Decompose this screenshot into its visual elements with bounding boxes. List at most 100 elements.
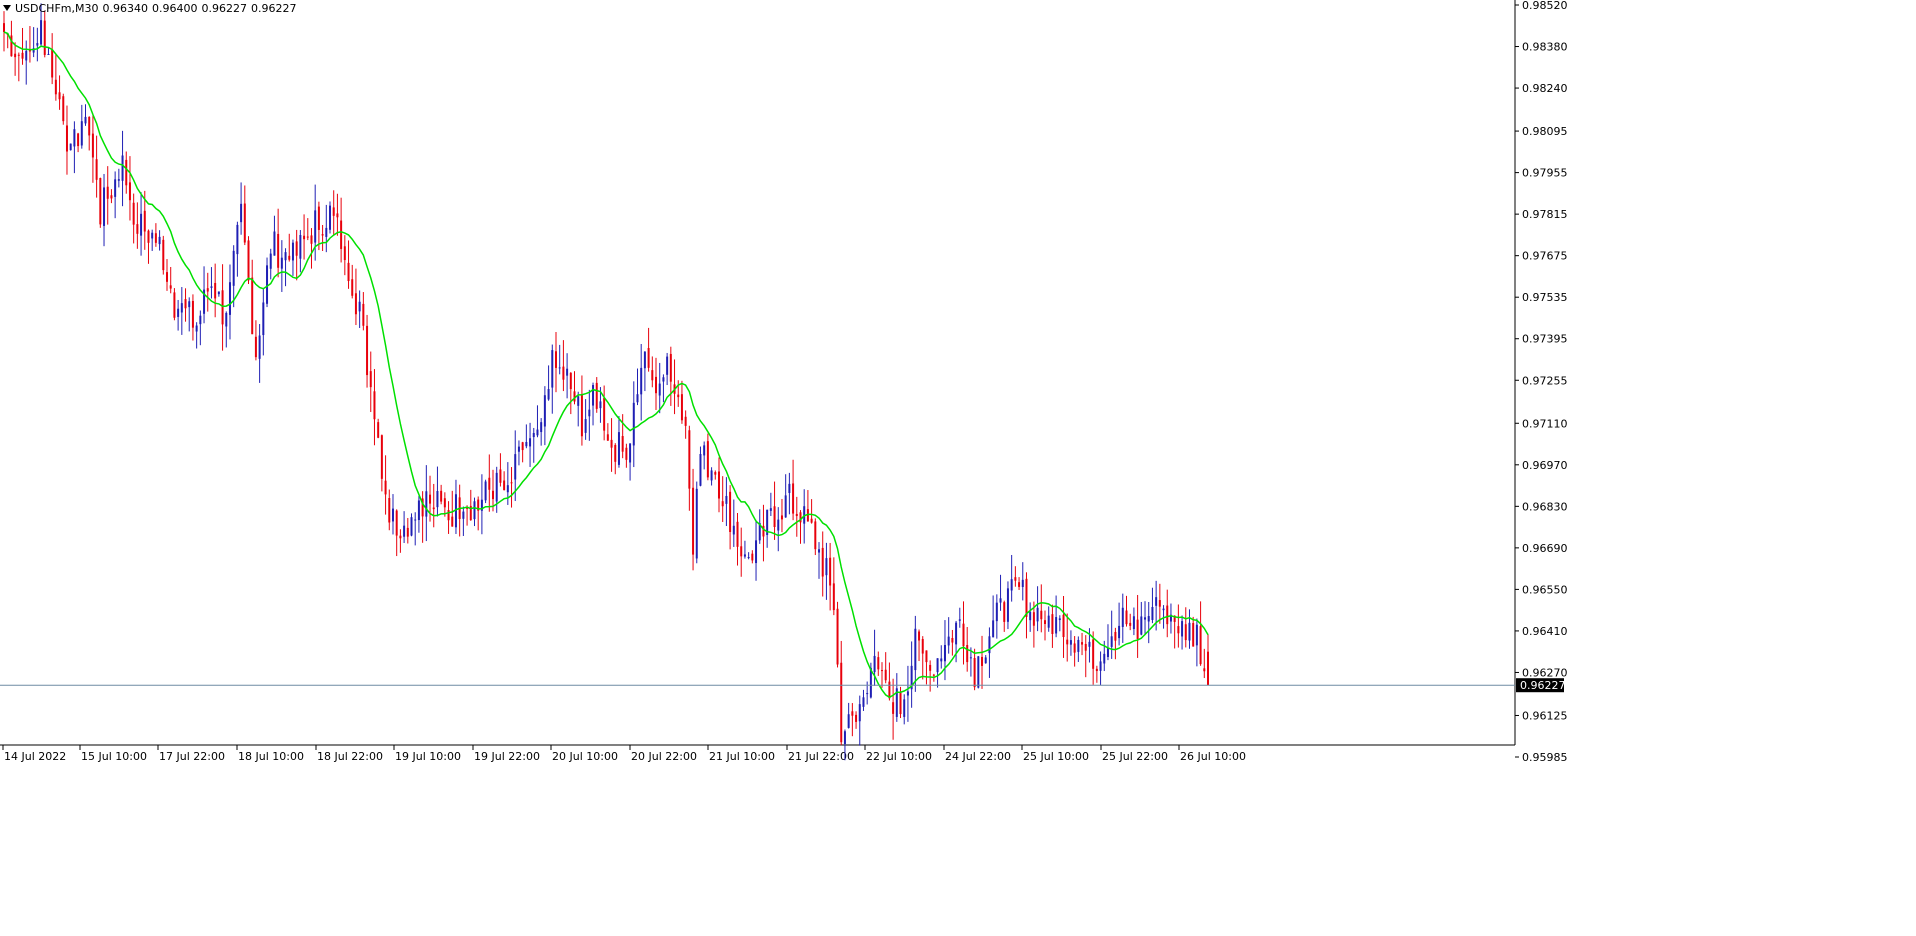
candle-body xyxy=(17,54,20,56)
candle xyxy=(1099,651,1102,685)
candle-body xyxy=(995,602,998,622)
candle-body xyxy=(554,351,557,368)
candle-body xyxy=(1184,624,1187,641)
chart-header: USDCHFm,M30 0.96340 0.96400 0.96227 0.96227 xyxy=(3,2,296,16)
candle xyxy=(655,357,658,410)
candle-body xyxy=(743,554,746,557)
candle-body xyxy=(262,302,265,336)
candle-body xyxy=(395,510,398,536)
price-tick-label: 0.95985 xyxy=(1522,751,1568,764)
candle-body xyxy=(14,53,17,58)
candle-body xyxy=(577,396,580,406)
price-chart[interactable]: 0.98520 0.98380 0.98240 0.98095 0.97955 0.978… xyxy=(0,0,1916,936)
candle xyxy=(451,490,454,527)
candle-body xyxy=(658,383,661,396)
price-tick-label: 0.96550 xyxy=(1522,583,1568,596)
candle-body xyxy=(517,446,520,452)
candle xyxy=(888,662,891,701)
candle-body xyxy=(62,96,65,122)
candle-body xyxy=(829,557,832,586)
low-price: 0.96227 xyxy=(201,2,247,15)
candle-body xyxy=(651,370,654,381)
candle xyxy=(1081,632,1084,656)
candle xyxy=(1114,627,1117,660)
candle-body xyxy=(199,315,202,325)
candle-body xyxy=(110,195,113,199)
candle-body xyxy=(736,521,739,547)
candle-body xyxy=(747,557,750,559)
candle-body xyxy=(191,300,194,328)
time-tick-label: 25 Jul 10:00 xyxy=(1023,750,1089,763)
candle xyxy=(499,453,502,487)
candle-body xyxy=(1103,653,1106,664)
candle xyxy=(469,489,472,521)
candle-body xyxy=(1162,608,1165,611)
candle xyxy=(243,185,246,246)
candle xyxy=(1199,601,1202,666)
candle xyxy=(1073,636,1076,667)
candle-body xyxy=(962,623,965,647)
candle-body xyxy=(36,43,39,46)
price-tick-label: 0.96410 xyxy=(1522,625,1568,638)
candle xyxy=(903,694,906,725)
candle xyxy=(714,470,717,480)
time-tick-label: 19 Jul 22:00 xyxy=(474,750,540,763)
candle-body xyxy=(232,250,235,286)
candle-body xyxy=(688,430,691,489)
candle-body xyxy=(625,447,628,460)
candle xyxy=(521,441,524,463)
candle xyxy=(818,542,821,579)
candle xyxy=(755,519,758,581)
candle-body xyxy=(958,619,961,621)
candle-body xyxy=(1043,620,1046,624)
candle-body xyxy=(1077,639,1080,652)
candle xyxy=(147,229,150,264)
candle xyxy=(210,267,213,299)
candle-body xyxy=(243,203,246,243)
candle xyxy=(810,499,813,524)
candle xyxy=(821,531,824,597)
candle-body xyxy=(195,325,198,332)
candle xyxy=(832,557,835,616)
candle-body xyxy=(936,658,939,673)
candle xyxy=(940,645,943,669)
candle xyxy=(14,42,17,76)
candle xyxy=(703,441,706,470)
candle xyxy=(277,208,280,278)
chart-window[interactable]: 0.98520 0.98380 0.98240 0.98095 0.97955 0.978… xyxy=(0,0,1916,936)
candle xyxy=(480,474,483,535)
candle xyxy=(566,353,569,399)
candle xyxy=(488,454,491,512)
candle-body xyxy=(314,210,317,243)
candle-body xyxy=(273,231,276,256)
candle xyxy=(717,457,720,513)
chevron-down-icon[interactable] xyxy=(3,5,11,11)
candle-body xyxy=(310,235,313,244)
candle xyxy=(369,351,372,413)
candle-body xyxy=(251,277,254,335)
candle xyxy=(973,648,976,691)
candle xyxy=(706,433,709,481)
candle-body xyxy=(1062,614,1065,638)
candle-body xyxy=(1099,661,1102,671)
candle-body xyxy=(1032,612,1035,626)
candle xyxy=(777,507,780,552)
candle-body xyxy=(95,159,98,180)
candle xyxy=(91,115,94,183)
candle-body xyxy=(80,121,83,146)
candle xyxy=(666,352,669,386)
candle xyxy=(1055,595,1058,638)
candle xyxy=(1018,577,1021,590)
candle-body xyxy=(610,439,613,448)
candle xyxy=(536,405,539,438)
candle xyxy=(417,495,420,533)
candle-body xyxy=(662,377,665,382)
candle-body xyxy=(1021,579,1024,587)
candle xyxy=(503,471,506,491)
candle xyxy=(1025,572,1028,639)
candle-body xyxy=(851,711,854,716)
candle-body xyxy=(999,598,1002,603)
candle xyxy=(925,650,928,685)
candle xyxy=(410,513,413,537)
candle xyxy=(762,504,765,562)
